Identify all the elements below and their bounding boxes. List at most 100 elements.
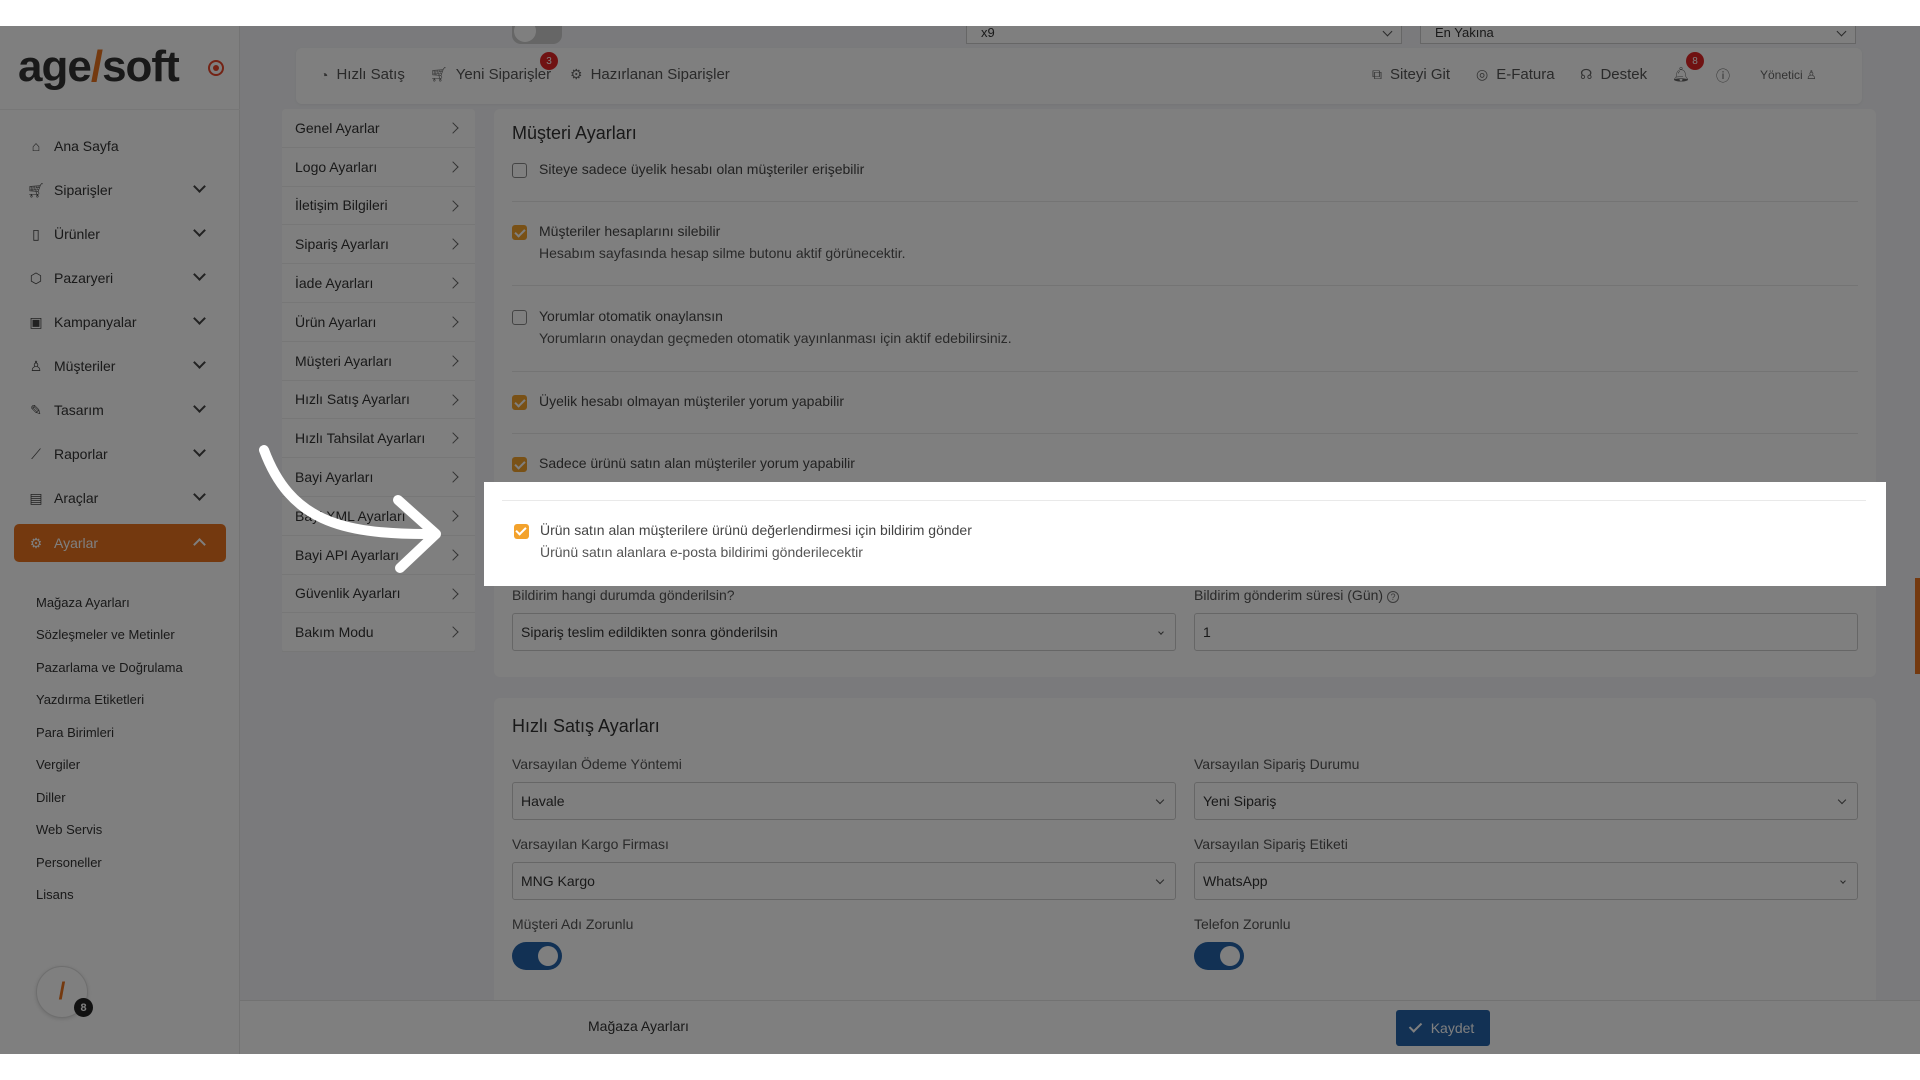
sidebar-item-tasarim[interactable]: ✎ Tasarım — [14, 388, 226, 432]
invoice-icon: ◎ — [1476, 66, 1489, 82]
settings-menu-item[interactable]: Bayi Ayarları — [282, 458, 475, 497]
subnav-item-vergiler[interactable]: Vergiler — [36, 749, 183, 782]
checkbox[interactable] — [512, 225, 527, 240]
subnav-item-magaza-ayarlari[interactable]: Mağaza Ayarları — [36, 586, 183, 619]
settings-menu-item[interactable]: Logo Ayarları — [282, 148, 475, 187]
chevron-down-icon — [193, 180, 206, 193]
sidebar-item-raporlar[interactable]: ⟋ Raporlar — [14, 432, 226, 476]
sidebar-item-kampanyalar[interactable]: ▣ Kampanyalar — [14, 300, 226, 344]
logo-text-a: age — [18, 42, 92, 91]
topbar-hizli-satis[interactable]: ◔ Hızlı Satış — [320, 66, 405, 83]
settings-menu-item[interactable]: Hızlı Tahsilat Ayarları — [282, 419, 475, 459]
settings-menu-item[interactable]: Genel Ayarlar — [282, 109, 475, 148]
sidebar-item-urunler[interactable]: ▯ Ürünler — [14, 212, 226, 256]
order-status-select[interactable]: Yeni Sipariş — [1194, 782, 1858, 820]
customer-name-required-toggle[interactable] — [512, 942, 562, 970]
bottom-bar-label: Mağaza Ayarları — [588, 1018, 689, 1034]
subnav-item-web-servis[interactable]: Web Servis — [36, 814, 183, 847]
sidebar-item-siparisler[interactable]: 🛒︎ Siparişler — [14, 168, 226, 212]
topbar-destek[interactable]: ☊ Destek — [1580, 66, 1647, 83]
sidebar-item-araclar[interactable]: ▤ Araçlar — [14, 476, 226, 520]
strip-select-2[interactable]: En Yakına — [1420, 26, 1856, 44]
notify-when-select[interactable]: Sipariş teslim edildikten sonra gönderil… — [512, 613, 1176, 651]
subnav-item-pazarlama[interactable]: Pazarlama ve Doğrulama — [36, 651, 183, 684]
panel-title: Hızlı Satış Ayarları — [512, 716, 660, 736]
user-label: Yönetici — [1760, 68, 1803, 82]
sidebar-item-ana-sayfa[interactable]: ⌂ Ana Sayfa — [14, 124, 226, 168]
book-icon: ▯ — [32, 225, 40, 242]
settings-menu-item[interactable]: Bakım Modu — [282, 613, 475, 653]
scrollbar-thumb[interactable] — [1915, 578, 1920, 674]
info-button[interactable]: ⓘ — [1716, 66, 1738, 86]
payment-select[interactable]: Havale — [512, 782, 1176, 820]
settings-menu-item[interactable]: Bayi XML Ayarları — [282, 497, 475, 536]
help-icon[interactable]: ? — [1387, 591, 1400, 603]
order-tag-label: Varsayılan Sipariş Etiketi — [1194, 836, 1348, 852]
payment-label: Varsayılan Ödeme Yöntemi — [512, 756, 682, 772]
highlighted-option[interactable]: Ürün satın alan müşterilere ürünü değerl… — [484, 482, 1886, 586]
settings-menu-item[interactable]: İletişim Bilgileri — [282, 187, 475, 226]
save-button[interactable]: Kaydet — [1396, 1010, 1490, 1046]
sidebar: age/soft ⌂ Ana Sayfa 🛒︎ Siparişler ▯ Ürünle… — [0, 26, 240, 1054]
subnav-item-lisans[interactable]: Lisans — [36, 879, 183, 912]
sidebar-nav: ⌂ Ana Sayfa 🛒︎ Siparişler ▯ Ürünler ⬡ Pazary… — [14, 124, 226, 562]
checkbox[interactable] — [512, 457, 527, 472]
notify-days-input[interactable]: 1 — [1194, 613, 1858, 651]
brand-logo[interactable]: age/soft — [18, 42, 180, 92]
subnav-item-yazdirma[interactable]: Yazdırma Etiketleri — [36, 684, 183, 717]
sidebar-item-ayarlar[interactable]: ⚙ Ayarlar — [14, 524, 226, 562]
divider — [512, 433, 1858, 434]
chevron-down-icon — [1840, 878, 1846, 884]
avatar-badge: 8 — [74, 998, 93, 1017]
clipboard-icon: ▤ — [29, 489, 43, 506]
settings-menu-item[interactable]: Güvenlik Ayarları — [282, 575, 475, 614]
strip-toggle[interactable] — [512, 26, 562, 44]
edit-icon: ✎ — [30, 401, 42, 418]
settings-menu-item[interactable]: Hızlı Satış Ayarları — [282, 381, 475, 420]
cargo-select[interactable]: MNG Kargo — [512, 862, 1176, 900]
chevron-down-icon — [1155, 795, 1165, 805]
settings-menu-item[interactable]: Sipariş Ayarları — [282, 225, 475, 265]
subnav-item-personeller[interactable]: Personeller — [36, 846, 183, 879]
checkbox[interactable] — [512, 163, 527, 178]
checkbox[interactable] — [512, 310, 527, 325]
phone-required-label: Telefon Zorunlu — [1194, 916, 1291, 932]
topbar-siteyi-git[interactable]: ⧉ Siteyi Git — [1372, 66, 1450, 83]
subnav-item-para-birimleri[interactable]: Para Birimleri — [36, 716, 183, 749]
target-icon[interactable] — [208, 60, 224, 76]
subnav-item-diller[interactable]: Diller — [36, 781, 183, 814]
topbar-hazirlanan-siparisler[interactable]: ⚙ Hazırlanan Siparişler — [570, 66, 730, 83]
info-icon: ⓘ — [1716, 68, 1730, 84]
settings-menu-item[interactable]: Müşteri Ayarları — [282, 342, 475, 381]
quick-sale-settings-panel: Hızlı Satış Ayarları Varsayılan Ödeme Yö… — [494, 698, 1876, 1038]
sidebar-item-pazaryeri[interactable]: ⬡ Pazaryeri — [14, 256, 226, 300]
topbar-item-label: Destek — [1600, 66, 1648, 83]
sidebar-item-musteriler[interactable]: ♙ Müşteriler — [14, 344, 226, 388]
option-label: Yorumlar otomatik onaylansın — [539, 308, 723, 324]
select-value: Sipariş teslim edildikten sonra gönderil… — [521, 624, 778, 640]
sidebar-item-label: Ana Sayfa — [54, 138, 119, 154]
box-icon: ⬡ — [29, 269, 43, 286]
settings-menu: Genel Ayarlar Logo Ayarları İletişim Bil… — [282, 109, 475, 653]
subnav-item-sozlesmeler[interactable]: Sözleşmeler ve Metinler — [36, 619, 183, 652]
option-desc: Hesabım sayfasında hesap silme butonu ak… — [539, 245, 906, 261]
order-tag-select[interactable]: WhatsApp — [1194, 862, 1858, 900]
topbar-e-fatura[interactable]: ◎ E-Fatura — [1476, 66, 1555, 83]
panel-title: Müşteri Ayarları — [512, 123, 637, 143]
topbar-yeni-siparisler[interactable]: 🛒︎ Yeni Siparişler — [430, 66, 551, 83]
settings-menu-item[interactable]: Ürün Ayarları — [282, 303, 475, 342]
settings-menu-item[interactable]: İade Ayarları — [282, 264, 475, 303]
settings-menu-item[interactable]: Bayi API Ayarları — [282, 536, 475, 575]
divider — [512, 371, 1858, 372]
logo-slash: / — [90, 42, 103, 91]
strip-select-1-value: x9 — [981, 26, 995, 40]
sidebar-item-label: Müşteriler — [54, 358, 116, 374]
phone-required-toggle[interactable] — [1194, 942, 1244, 970]
checkbox[interactable] — [514, 524, 529, 539]
chevron-down-icon — [193, 268, 206, 281]
checkbox[interactable] — [512, 395, 527, 410]
sidebar-item-label: Araçlar — [54, 490, 99, 506]
strip-select-1[interactable]: x9 — [966, 26, 1402, 44]
option-label: Müşteriler hesaplarını silebilir — [539, 223, 721, 239]
user-menu[interactable]: Yönetici ♙ — [1760, 68, 1817, 82]
